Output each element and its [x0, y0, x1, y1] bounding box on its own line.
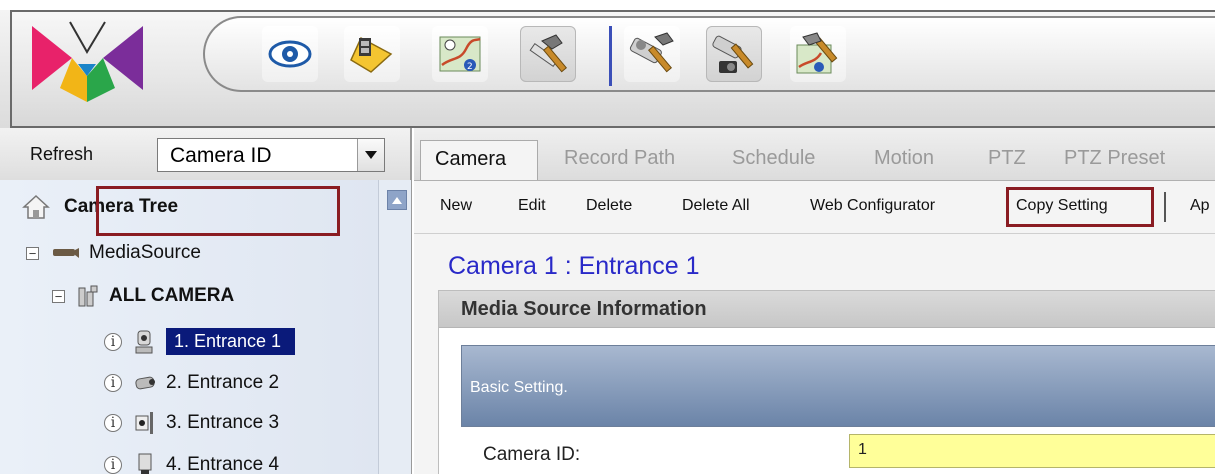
- media-source-info: Media Source Information Basic Setting. …: [438, 290, 1215, 474]
- tab-ptz[interactable]: PTZ: [974, 140, 1046, 180]
- camera-group-icon: [53, 248, 79, 258]
- tree-item-label: 4. Entrance 4: [166, 454, 280, 474]
- web-configurator-button[interactable]: Web Configurator: [810, 197, 935, 215]
- camera-title: Camera 1 : Entrance 1: [448, 252, 700, 280]
- ptz-camera-icon: [135, 330, 153, 353]
- application-window: 2 Refresh Camera ID Camera Tree − MediaS…: [0, 0, 1215, 474]
- info-icon[interactable]: i: [104, 456, 122, 474]
- home-icon: [22, 194, 50, 219]
- dome-camera-icon: [138, 453, 152, 474]
- device-setting-button[interactable]: [706, 26, 762, 82]
- tree-node-mediasource[interactable]: − MediaSource: [26, 242, 201, 264]
- tab-label: Schedule: [732, 147, 816, 169]
- tab-camera[interactable]: Camera: [420, 140, 538, 180]
- info-icon[interactable]: i: [104, 374, 122, 392]
- selected-camera-highlight: [96, 186, 340, 236]
- box-camera-icon: [135, 412, 153, 434]
- tree-header: Refresh Camera ID: [0, 128, 410, 181]
- tab-label: Camera: [435, 148, 507, 170]
- tree-item-camera-1[interactable]: i 1. Entrance 1: [104, 328, 296, 355]
- tools-icon: [629, 32, 674, 73]
- camera-tree-panel: Refresh Camera ID Camera Tree − MediaSou…: [0, 128, 412, 474]
- settings-panel: Camera Record Path Schedule Motion PTZ P…: [414, 128, 1215, 474]
- scroll-up-icon[interactable]: [387, 190, 407, 210]
- tree-node-label: ALL CAMERA: [109, 285, 235, 306]
- apply-button[interactable]: Ap: [1190, 197, 1210, 215]
- refresh-button[interactable]: Refresh: [30, 144, 93, 165]
- setting-button[interactable]: [520, 26, 576, 82]
- tree-item-camera-4[interactable]: i 4. Entrance 4: [104, 452, 279, 474]
- camera-id-label: Camera ID:: [483, 444, 581, 465]
- map-icon: 2: [439, 36, 481, 72]
- bullet-camera-icon: [135, 376, 155, 390]
- copy-setting-highlight: [1006, 187, 1154, 227]
- tree-item-label: 3. Entrance 3: [166, 412, 280, 433]
- svg-text:2: 2: [467, 62, 473, 72]
- tab-ptz-preset[interactable]: PTZ Preset: [1050, 140, 1215, 180]
- camera-setting-button[interactable]: [624, 26, 680, 82]
- tab-label: PTZ Preset: [1064, 147, 1166, 169]
- tab-label: Motion: [874, 147, 935, 169]
- collapse-icon[interactable]: −: [52, 289, 65, 303]
- map-tools-icon: [796, 32, 838, 74]
- tab-motion[interactable]: Motion: [860, 140, 974, 180]
- tree-node-all-camera[interactable]: − ALL CAMERA: [52, 284, 234, 308]
- map-setting-button[interactable]: [790, 26, 846, 82]
- tree-node-label: MediaSource: [89, 242, 201, 263]
- tree-item-label: 1. Entrance 1: [166, 328, 296, 355]
- tree-item-camera-2[interactable]: i 2. Entrance 2: [104, 370, 279, 396]
- delete-all-button[interactable]: Delete All: [682, 197, 750, 215]
- sort-select[interactable]: Camera ID: [157, 138, 385, 172]
- eye-icon: [268, 40, 312, 68]
- chevron-down-icon[interactable]: [357, 139, 384, 171]
- toolbar-separator: [609, 26, 612, 86]
- basic-setting-banner: Basic Setting.: [461, 345, 1215, 427]
- info-icon[interactable]: i: [104, 414, 122, 432]
- tab-record-path[interactable]: Record Path: [550, 140, 716, 180]
- hammer-icon: [529, 34, 568, 73]
- section-header: Media Source Information: [439, 291, 1215, 328]
- emap-button[interactable]: 2: [432, 26, 488, 82]
- film-icon: [350, 36, 393, 73]
- playback-button[interactable]: [344, 26, 400, 82]
- collapse-icon[interactable]: −: [26, 246, 39, 260]
- action-separator: [1164, 192, 1166, 222]
- section-title: Media Source Information: [461, 298, 707, 320]
- live-view-button[interactable]: [262, 26, 318, 82]
- app-logo-icon: [32, 21, 143, 102]
- tab-label: PTZ: [988, 147, 1026, 169]
- sort-select-value: Camera ID: [170, 144, 272, 167]
- tab-label: Record Path: [564, 147, 676, 169]
- camera-list-icon: [78, 285, 98, 307]
- delete-button[interactable]: Delete: [586, 197, 632, 215]
- new-button[interactable]: New: [440, 197, 472, 215]
- info-icon[interactable]: i: [104, 332, 122, 351]
- basic-setting-label: Basic Setting.: [470, 379, 568, 396]
- camera-tools-icon: [712, 35, 754, 73]
- edit-button[interactable]: Edit: [518, 197, 546, 215]
- tab-schedule[interactable]: Schedule: [718, 140, 858, 180]
- tree-item-label: 2. Entrance 2: [166, 372, 280, 393]
- tree-scrollbar[interactable]: [378, 180, 411, 474]
- camera-id-field[interactable]: 1: [849, 434, 1215, 468]
- tree-item-camera-3[interactable]: i 3. Entrance 3: [104, 410, 279, 436]
- settings-tabs: Camera Record Path Schedule Motion PTZ P…: [414, 128, 1215, 181]
